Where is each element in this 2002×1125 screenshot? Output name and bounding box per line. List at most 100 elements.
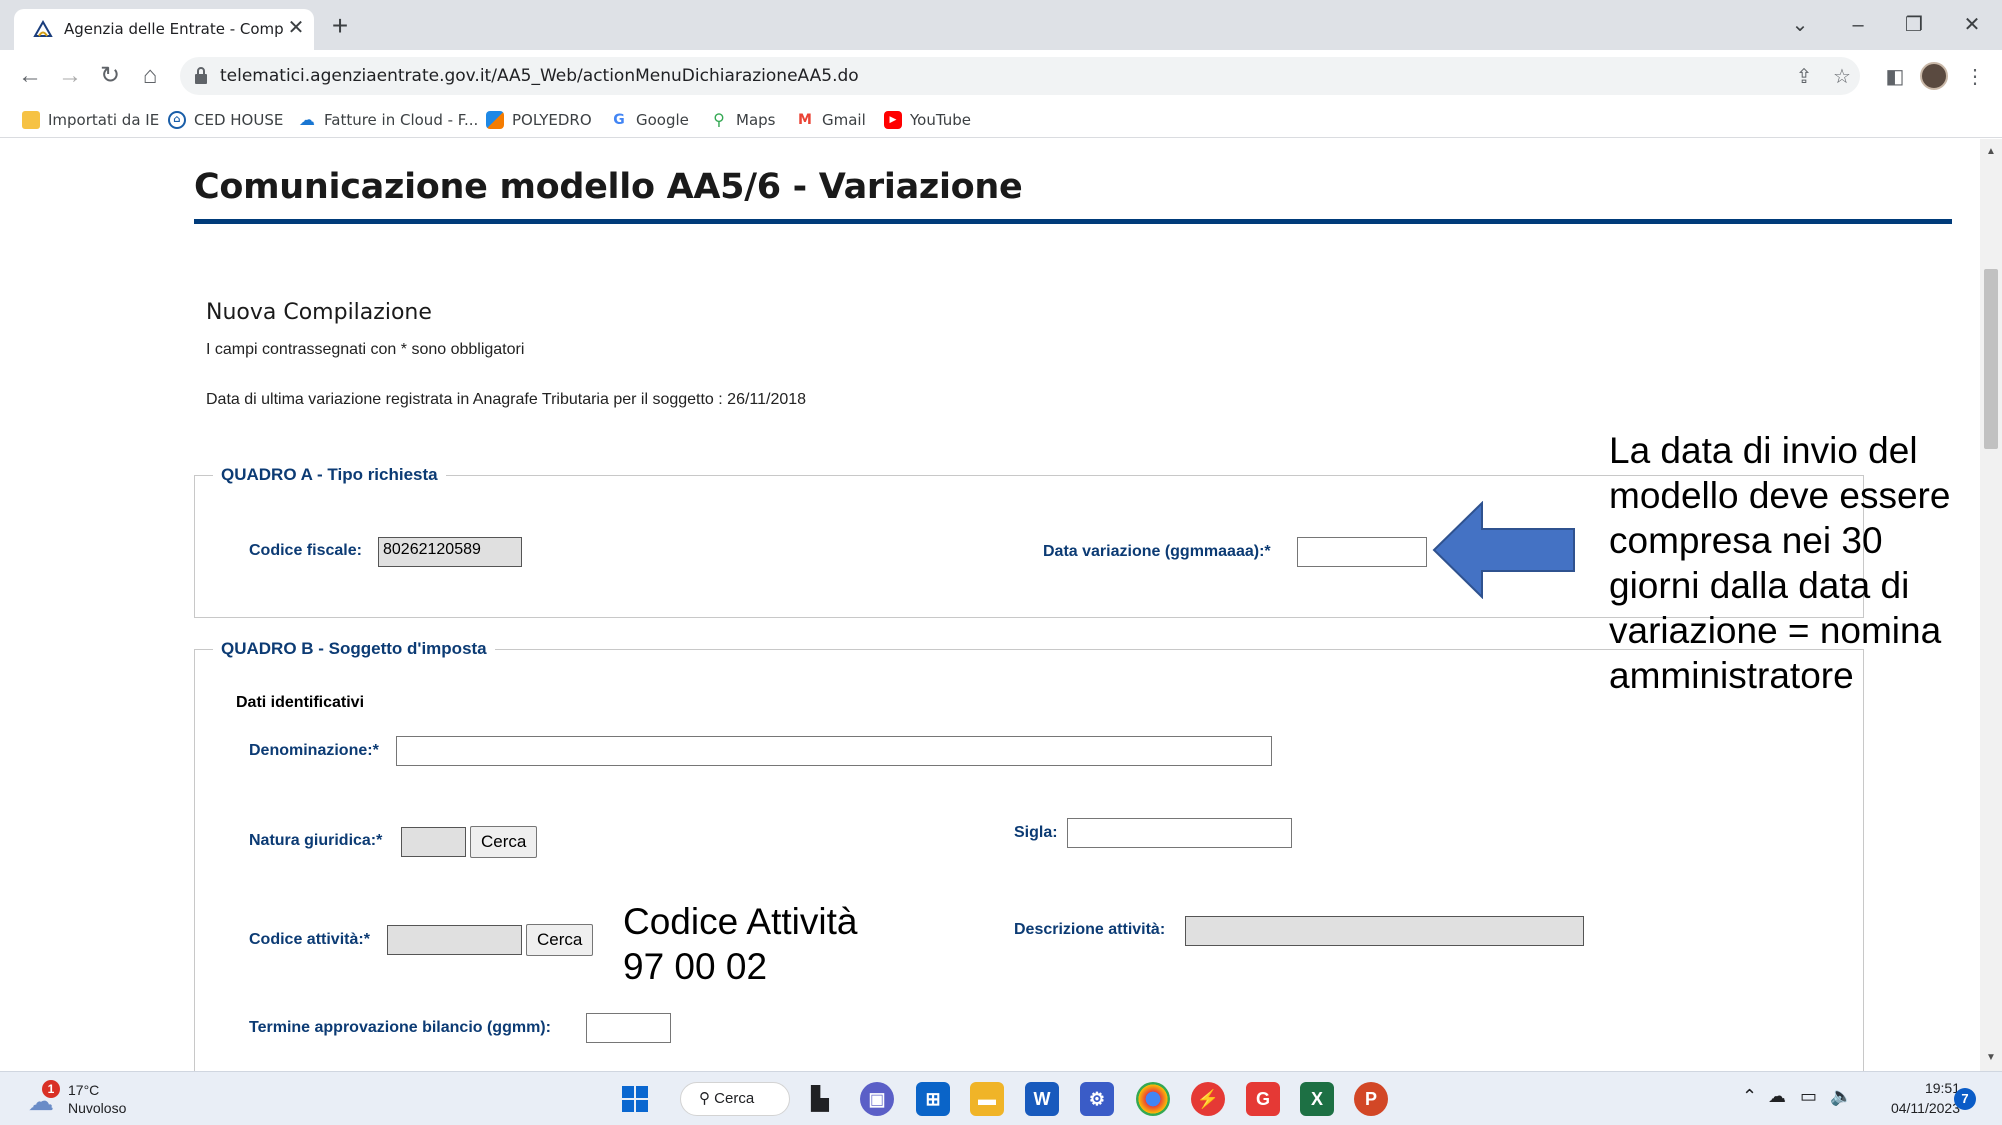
house-lock-icon: ⌂ (168, 111, 186, 129)
page-viewport: Comunicazione modello AA5/6 - Variazione… (0, 139, 2002, 1071)
volume-icon[interactable]: 🔈 (1830, 1086, 1852, 1107)
bookmark-gmail[interactable]: M Gmail (796, 108, 866, 132)
codice-fiscale-field[interactable]: 80262120589 (378, 537, 522, 567)
cerca-natura-button[interactable]: Cerca (470, 826, 538, 858)
gmail-icon: M (798, 112, 812, 128)
descrizione-attivita-label: Descrizione attività: (1014, 921, 1166, 938)
scroll-down-icon[interactable]: ▼ (1985, 1053, 1997, 1063)
lock-icon (195, 67, 207, 84)
annotation-arrow-left-icon (1432, 501, 1575, 599)
store-icon[interactable]: ⊞ (916, 1082, 950, 1116)
clock-time: 19:51 (1924, 1080, 1960, 1096)
restore-button[interactable]: ❐ (1894, 10, 1934, 40)
bookmark-star-icon[interactable]: ☆ (1828, 63, 1856, 91)
scroll-up-icon[interactable]: ▲ (1985, 147, 1997, 157)
bookmark-fatture-in-cloud[interactable]: ☁ Fatture in Cloud - F... (298, 108, 478, 132)
windows-start-icon[interactable] (618, 1082, 652, 1116)
file-explorer-icon[interactable]: ▬ (970, 1082, 1004, 1116)
temperature-text: 17°C (68, 1082, 100, 1098)
taskbar-search[interactable]: ⚲ Cerca (680, 1082, 790, 1116)
bookmark-label: Gmail (822, 111, 866, 129)
annotation-codice-line-1: Codice Attività (623, 901, 858, 942)
browser-toolbar: ← → ↻ ⌂ telematici.agenziaentrate.gov.it… (0, 50, 2002, 102)
google-icon: G (613, 112, 625, 128)
tab-close-icon[interactable]: ✕ (284, 16, 308, 40)
bookmark-label: Importati da IE (48, 111, 160, 129)
task-view-icon[interactable]: ▙ (803, 1082, 837, 1116)
codice-attivita-label: Codice attività:* (249, 931, 370, 948)
url-text: telematici.agenziaentrate.gov.it/AA5_Web… (220, 66, 859, 86)
denominazione-label: Denominazione:* (249, 742, 379, 759)
profile-avatar[interactable] (1920, 62, 1948, 90)
bookmark-importati[interactable]: Importati da IE (22, 108, 159, 132)
new-tab-button[interactable]: + (326, 12, 354, 40)
last-variation-note: Data di ultima variazione registrata in … (206, 391, 807, 408)
taskbar-clock[interactable]: 19:51 04/11/2023 (1870, 1078, 1960, 1118)
denominazione-field[interactable] (396, 736, 1272, 766)
polyedro-icon (486, 111, 504, 129)
sigla-field[interactable] (1067, 818, 1292, 848)
title-divider (194, 219, 1952, 224)
teams-chat-icon[interactable]: ▣ (860, 1082, 894, 1116)
dati-identificativi-heading: Dati identificativi (236, 694, 365, 711)
weather-widget[interactable]: ☁ 1 17°C Nuvoloso (24, 1080, 164, 1120)
network-app-icon[interactable]: ⚙ (1080, 1082, 1114, 1116)
bookmark-polyedro[interactable]: POLYEDRO (486, 108, 592, 132)
page-scrollbar[interactable]: ▲ ▼ (1980, 139, 2002, 1071)
required-fields-note: I campi contrassegnati con * sono obblig… (206, 341, 525, 358)
agenzia-entrate-favicon-icon (33, 19, 53, 37)
home-icon[interactable]: ⌂ (134, 60, 166, 92)
bookmark-label: Maps (736, 111, 776, 129)
powerpoint-icon[interactable]: P (1354, 1082, 1388, 1116)
bookmark-google[interactable]: G Google (610, 108, 689, 132)
share-icon[interactable]: ⇪ (1790, 63, 1818, 91)
annotation-invio-line-1: La data di invio del (1609, 430, 1918, 471)
onedrive-icon[interactable]: ☁ (1768, 1086, 1786, 1107)
tray-chevron-icon[interactable]: ⌃ (1742, 1086, 1757, 1107)
anydesk-icon[interactable]: ⚡ (1191, 1082, 1225, 1116)
side-panel-icon[interactable]: ◧ (1880, 62, 1910, 92)
folder-icon (22, 111, 40, 129)
natura-giuridica-field[interactable] (401, 827, 466, 857)
bookmark-youtube[interactable]: ▶ YouTube (884, 108, 971, 132)
bookmark-label: Fatture in Cloud - F... (324, 111, 479, 129)
annotation-invio-line-5: variazione = nomina (1609, 610, 1942, 651)
data-variazione-field[interactable] (1297, 537, 1427, 567)
back-arrow-icon[interactable]: ← (14, 60, 46, 92)
browser-tab[interactable]: Agenzia delle Entrate - Compila ✕ (14, 9, 314, 50)
weather-text: Nuvoloso (68, 1100, 127, 1116)
windows-taskbar: ☁ 1 17°C Nuvoloso ⚲ Cerca ▙ ▣ ⊞ ▬ W ⚙ ⚡ … (0, 1071, 2002, 1125)
sigla-label: Sigla: (1014, 824, 1058, 841)
network-icon[interactable]: ▭ (1800, 1086, 1817, 1107)
codice-fiscale-label: Codice fiscale: (249, 542, 362, 559)
gestionale-app-icon[interactable]: G (1246, 1082, 1280, 1116)
reload-icon[interactable]: ↻ (94, 60, 126, 92)
bookmark-label: Google (636, 111, 689, 129)
codice-attivita-field[interactable] (387, 925, 522, 955)
youtube-icon: ▶ (884, 111, 902, 129)
annotation-invio-line-3: compresa nei 30 (1609, 520, 1883, 561)
bookmark-maps[interactable]: ⚲ Maps (710, 108, 775, 132)
page-title: Comunicazione modello AA5/6 - Variazione (194, 167, 1023, 207)
chrome-icon[interactable] (1136, 1082, 1170, 1116)
descrizione-attivita-field[interactable] (1185, 916, 1584, 946)
word-icon[interactable]: W (1025, 1082, 1059, 1116)
termine-approvazione-field[interactable] (586, 1013, 671, 1043)
menu-kebab-icon[interactable]: ⋮ (1960, 62, 1990, 92)
tab-search-chevron-icon[interactable]: ⌄ (1780, 10, 1820, 40)
address-bar[interactable]: telematici.agenziaentrate.gov.it/AA5_Web… (180, 57, 1860, 95)
cerca-attivita-button[interactable]: Cerca (526, 924, 594, 956)
search-icon: ⚲ (699, 1090, 715, 1107)
forward-arrow-icon[interactable]: → (54, 60, 86, 92)
annotation-invio-line-6: amministratore (1609, 655, 1854, 696)
excel-icon[interactable]: X (1300, 1082, 1334, 1116)
search-label: Cerca (714, 1090, 755, 1107)
natura-giuridica-label: Natura giuridica:* (249, 832, 383, 849)
annotation-invio-line-2: modello deve essere (1609, 475, 1951, 516)
bookmark-ced-house[interactable]: ⌂ CED HOUSE (168, 108, 283, 132)
minimize-button[interactable]: – (1838, 10, 1878, 40)
data-variazione-label: Data variazione (ggmmaaaa):* (1043, 543, 1271, 560)
close-window-button[interactable]: ✕ (1952, 10, 1992, 40)
notification-badge[interactable]: 7 (1954, 1088, 1976, 1110)
scroll-thumb[interactable] (1984, 269, 1998, 449)
